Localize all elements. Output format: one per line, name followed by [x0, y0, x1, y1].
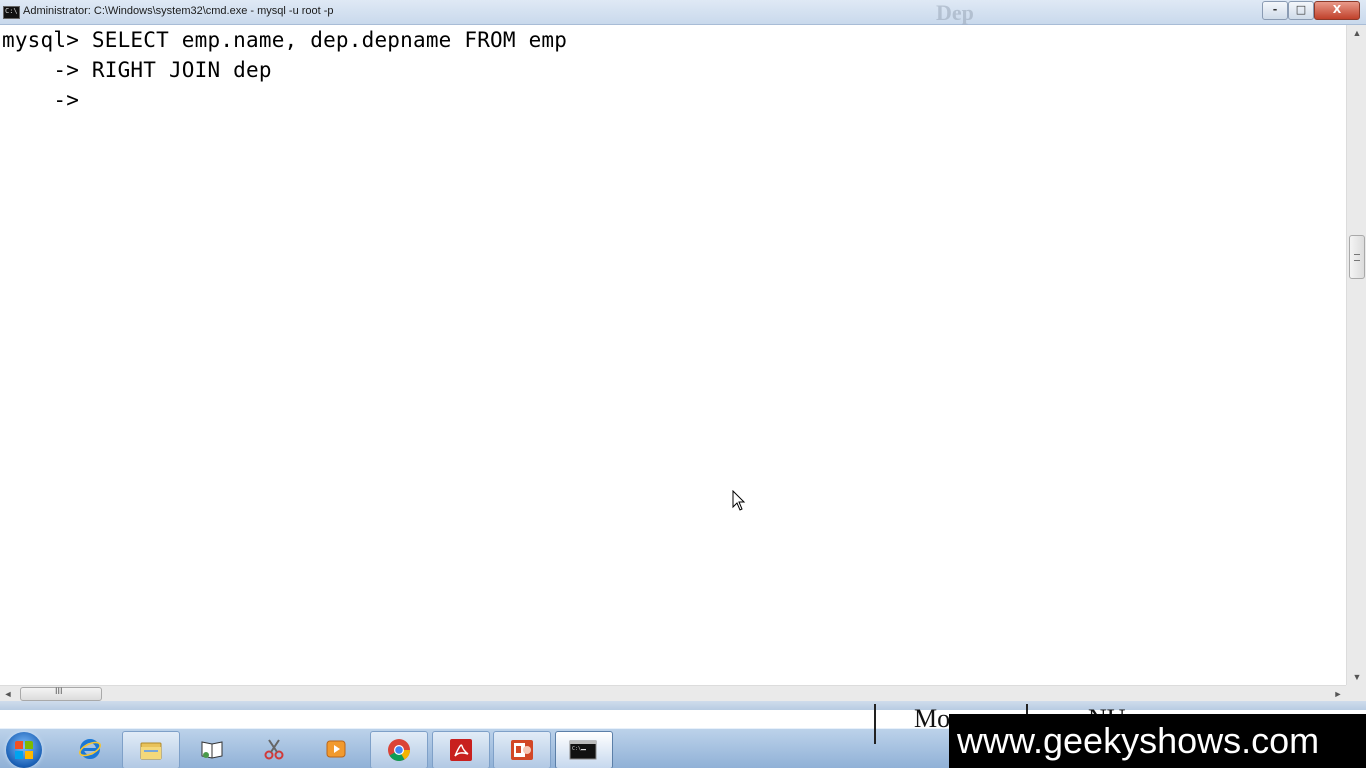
- taskbar-adobe-reader[interactable]: [432, 731, 490, 768]
- cmd-icon: C:\: [3, 6, 20, 19]
- horizontal-scroll-thumb[interactable]: III: [20, 686, 102, 701]
- vertical-scrollbar[interactable]: ▲ ▼: [1346, 25, 1366, 685]
- folder-icon: [140, 742, 162, 760]
- grip-icon: [1354, 254, 1360, 261]
- taskbar-powerpoint[interactable]: [493, 731, 551, 768]
- window-title-bar[interactable]: C:\ Administrator: C:\Windows\system32\c…: [0, 0, 1366, 25]
- maximize-button[interactable]: □: [1288, 1, 1314, 20]
- taskbar-internet-explorer[interactable]: [62, 731, 118, 767]
- watermark-banner: www.geekyshows.com: [949, 714, 1366, 768]
- console-output[interactable]: mysql> SELECT emp.name, dep.depname FROM…: [0, 25, 1346, 685]
- table-cell-divider: [874, 704, 876, 744]
- taskbar-windows-explorer[interactable]: [122, 731, 180, 768]
- book-icon: [201, 741, 223, 759]
- scroll-left-arrow-icon[interactable]: ◄: [0, 686, 16, 702]
- scroll-up-arrow-icon[interactable]: ▲: [1347, 25, 1366, 41]
- taskbar-command-prompt[interactable]: C:\: [555, 731, 613, 768]
- svg-text:C:\: C:\: [572, 746, 581, 752]
- powerpoint-icon: [511, 740, 533, 760]
- minimize-icon: -: [1272, 3, 1278, 16]
- windows-logo-icon: [15, 741, 33, 759]
- taskbar-reader[interactable]: [184, 731, 240, 767]
- acrobat-icon: [450, 739, 472, 761]
- scrollbar-corner: [1346, 685, 1366, 701]
- media-player-icon: [326, 740, 346, 758]
- table-cell: Mo: [914, 704, 951, 733]
- minimize-button[interactable]: -: [1262, 1, 1288, 20]
- mouse-pointer-icon: [732, 490, 746, 511]
- start-button[interactable]: [6, 732, 42, 768]
- internet-explorer-icon: [79, 739, 101, 759]
- window-title: Administrator: C:\Windows\system32\cmd.e…: [23, 5, 334, 17]
- console-line: mysql> SELECT emp.name, dep.depname FROM…: [2, 28, 568, 52]
- window-bottom-edge: [0, 701, 1366, 710]
- grip-icon: III: [55, 686, 63, 696]
- scroll-down-arrow-icon[interactable]: ▼: [1347, 669, 1366, 685]
- chrome-icon: [388, 739, 410, 761]
- scissors-icon: [264, 739, 284, 760]
- close-icon: X: [1332, 3, 1342, 16]
- vertical-scroll-thumb[interactable]: [1349, 235, 1365, 279]
- scroll-right-arrow-icon[interactable]: ►: [1330, 686, 1346, 702]
- background-ghost-text: Dep: [936, 0, 974, 25]
- cmd-icon: C:\: [569, 740, 597, 760]
- console-line: ->: [2, 88, 80, 112]
- console-line: -> RIGHT JOIN dep: [2, 58, 272, 82]
- taskbar-media-player[interactable]: [308, 731, 364, 767]
- watermark-text: www.geekyshows.com: [957, 720, 1320, 761]
- close-button[interactable]: X: [1314, 1, 1360, 20]
- taskbar-snipping-tool[interactable]: [246, 731, 302, 767]
- maximize-icon: □: [1295, 3, 1307, 16]
- horizontal-scrollbar[interactable]: ◄ III ►: [0, 685, 1346, 702]
- taskbar-google-chrome[interactable]: [370, 731, 428, 768]
